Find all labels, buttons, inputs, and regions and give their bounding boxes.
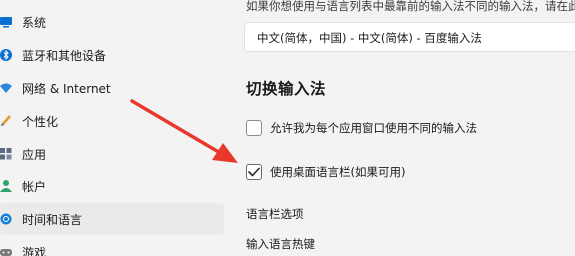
- langbar-options-link[interactable]: 语言栏选项: [246, 206, 304, 222]
- wifi-icon: [0, 81, 12, 95]
- input-hotkeys-link[interactable]: 输入语言热键: [246, 236, 315, 252]
- settings-window: 系统 蓝牙和其他设备 网络 & Internet 个性化 应用 帐户 时间和语言…: [0, 0, 575, 256]
- apps-icon: [0, 147, 12, 161]
- settings-sidebar: 系统 蓝牙和其他设备 网络 & Internet 个性化 应用 帐户 时间和语言…: [0, 0, 232, 256]
- person-icon: [0, 179, 12, 193]
- sidebar-item-system[interactable]: 系统: [0, 6, 224, 38]
- sidebar-item-network[interactable]: 网络 & Internet: [0, 72, 224, 104]
- sidebar-item-label: 网络 & Internet: [22, 81, 111, 96]
- bluetooth-icon: [0, 48, 12, 62]
- per-app-ime-checkbox[interactable]: [246, 120, 262, 136]
- display-icon: [0, 15, 12, 29]
- sidebar-item-label: 时间和语言: [22, 212, 83, 227]
- sidebar-item-label: 蓝牙和其他设备: [22, 48, 107, 63]
- langbar-checkbox[interactable]: [246, 164, 262, 180]
- per-app-ime-label: 允许我为每个应用窗口使用不同的输入法: [270, 121, 477, 135]
- sidebar-item-label: 个性化: [22, 114, 59, 129]
- sidebar-item-label: 游戏: [22, 245, 47, 256]
- gamepad-icon: [0, 245, 12, 256]
- sidebar-item-label: 帐户: [22, 179, 47, 194]
- globe-clock-icon: [0, 212, 12, 226]
- default-ime-select[interactable]: 中文(简体，中国) - 中文(简体) - 百度输入法: [244, 22, 575, 52]
- sidebar-item-label: 应用: [22, 147, 47, 162]
- sidebar-item-label: 系统: [22, 15, 47, 30]
- checkmark-icon: [248, 167, 260, 177]
- section-title-switch-ime: 切换输入法: [246, 80, 327, 98]
- sidebar-item-personalization[interactable]: 个性化: [0, 105, 224, 137]
- main-content: 如果你想使用与语言列表中最靠前的输入法不同的输入法，请在此 中文(简体，中国) …: [232, 0, 575, 256]
- sidebar-item-time-language[interactable]: 时间和语言: [0, 203, 224, 235]
- default-ime-value: 中文(简体，中国) - 中文(简体) - 百度输入法: [257, 31, 482, 45]
- pen-icon: [0, 114, 12, 128]
- sidebar-item-accounts[interactable]: 帐户: [0, 170, 224, 202]
- sidebar-item-gaming[interactable]: 游戏: [0, 236, 224, 256]
- langbar-label: 使用桌面语言栏(如果可用): [270, 165, 406, 179]
- langbar-option[interactable]: 使用桌面语言栏(如果可用): [246, 161, 405, 183]
- override-ime-hint: 如果你想使用与语言列表中最靠前的输入法不同的输入法，请在此: [246, 0, 575, 13]
- sidebar-item-apps[interactable]: 应用: [0, 138, 224, 170]
- sidebar-item-bluetooth[interactable]: 蓝牙和其他设备: [0, 39, 224, 71]
- per-app-ime-option[interactable]: 允许我为每个应用窗口使用不同的输入法: [246, 117, 477, 139]
